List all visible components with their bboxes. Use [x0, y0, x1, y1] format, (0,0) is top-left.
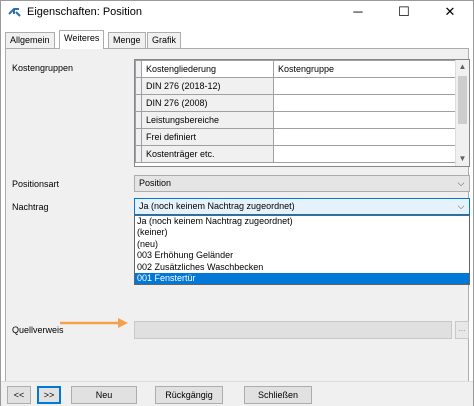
table-cell-kostengruppe[interactable] — [273, 111, 456, 129]
quellverweis-browse-button[interactable]: ... — [455, 321, 469, 339]
scroll-up-icon[interactable]: ▲ — [456, 60, 469, 74]
previous-button[interactable]: << — [7, 386, 31, 404]
table-row[interactable]: Frei definiert — [135, 128, 456, 146]
table-cell-kostengliederung: DIN 276 (2018-12) — [141, 77, 274, 95]
table-cell-kostengruppe[interactable] — [273, 145, 456, 163]
tab-allgemein[interactable]: Allgemein — [5, 32, 55, 48]
nachtrag-value: Ja (noch keinem Nachtrag zugeordnet) — [139, 201, 295, 211]
chevron-down-icon[interactable]: ⌵ — [455, 177, 467, 190]
table-row[interactable]: Kostenträger etc. — [135, 145, 456, 163]
table-row[interactable]: Leistungsbereiche — [135, 111, 456, 129]
quellverweis-label: Quellverweis — [12, 325, 64, 335]
tab-strip: Allgemein Weiteres Menge Grafik — [1, 25, 473, 49]
nachtrag-select[interactable]: Ja (noch keinem Nachtrag zugeordnet) ⌵ — [134, 198, 470, 215]
table-cell-kostengliederung: Leistungsbereiche — [141, 111, 274, 129]
kostengruppen-table: Kostengliederung Kostengruppe DIN 276 (2… — [135, 60, 456, 163]
title-bar: Eigenschaften: Position ─ ☐ ✕ — [1, 1, 473, 25]
dropdown-option[interactable]: (keiner) — [135, 227, 469, 238]
chevron-down-icon[interactable]: ⌵ — [455, 200, 467, 213]
undo-button[interactable]: Rückgängig — [155, 386, 223, 404]
tab-weiteres[interactable]: Weiteres — [59, 30, 105, 49]
quellverweis-input[interactable] — [134, 321, 452, 339]
table-cell-kostengliederung: DIN 276 (2008) — [141, 94, 274, 112]
dropdown-option[interactable]: 003 Erhöhung Geländer — [135, 250, 469, 261]
tab-grafik[interactable]: Grafik — [147, 32, 182, 48]
close-dialog-button[interactable]: Schließen — [244, 386, 312, 404]
dropdown-option[interactable]: Ja (noch keinem Nachtrag zugeordnet) — [135, 216, 469, 227]
dialog-footer: << >> Neu Rückgängig Schließen — [1, 381, 473, 406]
nachtrag-dropdown-list: Ja (noch keinem Nachtrag zugeordnet) (ke… — [134, 215, 470, 285]
dropdown-option[interactable]: 002 Zusätzliches Waschbecken — [135, 262, 469, 273]
table-cell-kostengruppe[interactable] — [273, 94, 456, 112]
table-row[interactable]: DIN 276 (2018-12) — [135, 77, 456, 95]
annotation-arrow-icon — [60, 318, 128, 328]
table-header-row: Kostengliederung Kostengruppe — [135, 60, 456, 78]
column-header-kostengliederung[interactable]: Kostengliederung — [141, 60, 274, 78]
table-cell-kostengruppe[interactable] — [273, 128, 456, 146]
tab-menge[interactable]: Menge — [108, 32, 146, 48]
scroll-down-icon[interactable]: ▼ — [456, 152, 469, 166]
properties-dialog: Eigenschaften: Position ─ ☐ ✕ Allgemein … — [0, 0, 474, 406]
window-title: Eigenschaften: Position — [27, 6, 142, 18]
dropdown-option[interactable]: (neu) — [135, 239, 469, 250]
next-button[interactable]: >> — [37, 386, 61, 404]
positionsart-select[interactable]: Position ⌵ — [134, 175, 470, 192]
minimize-button[interactable]: ─ — [335, 1, 381, 25]
new-button[interactable]: Neu — [71, 386, 137, 404]
kostengruppen-label: Kostengruppen — [12, 63, 74, 73]
kostengruppen-grid[interactable]: Kostengliederung Kostengruppe DIN 276 (2… — [134, 59, 470, 167]
table-cell-kostengliederung: Frei definiert — [141, 128, 274, 146]
close-button[interactable]: ✕ — [427, 1, 473, 25]
column-header-kostengruppe[interactable]: Kostengruppe — [273, 60, 456, 78]
app-icon — [8, 8, 21, 17]
positionsart-label: Positionsart — [12, 179, 60, 189]
table-row[interactable]: DIN 276 (2008) — [135, 94, 456, 112]
scroll-thumb[interactable] — [458, 76, 467, 124]
positionsart-value: Position — [139, 178, 172, 188]
tab-content-weiteres: Kostengruppen Kostengliederung Kostengru… — [5, 49, 470, 381]
nachtrag-label: Nachtrag — [12, 202, 49, 212]
grid-scrollbar[interactable]: ▲ ▼ — [455, 60, 469, 166]
table-cell-kostengliederung: Kostenträger etc. — [141, 145, 274, 163]
dropdown-option-selected[interactable]: 001 Fenstertür — [135, 272, 469, 285]
table-cell-kostengruppe[interactable] — [273, 77, 456, 95]
maximize-button[interactable]: ☐ — [381, 1, 427, 25]
